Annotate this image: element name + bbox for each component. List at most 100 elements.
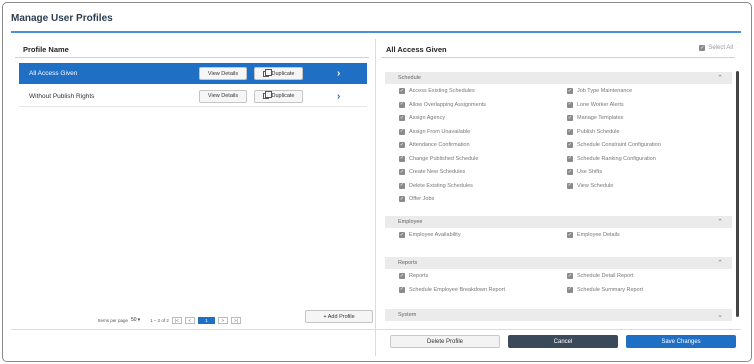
pagination: Items per page 50 ▾ 1 – 2 of 2 |< < 1 > >… xyxy=(98,315,241,325)
checkbox-icon: ✓ xyxy=(567,231,573,238)
permission-label: Schedule Summary Report xyxy=(577,286,644,293)
chevron-right-icon[interactable]: › xyxy=(337,68,340,79)
select-all-label: Select All xyxy=(708,45,733,51)
permission-checkbox[interactable]: ✓ Access Existing Schedules xyxy=(399,88,475,94)
profile-name: All Access Given xyxy=(29,70,78,77)
section-header-reports[interactable]: Reports ⌃ xyxy=(385,257,732,269)
permission-checkbox[interactable]: ✓ Delete Existing Schedules xyxy=(399,182,473,189)
title-divider xyxy=(11,31,741,33)
duplicate-icon xyxy=(262,68,272,77)
checkbox-icon: ✓ xyxy=(567,286,573,293)
section-title: Schedule xyxy=(398,75,421,81)
checkbox-icon: ✓ xyxy=(567,182,573,189)
permission-label: Assign From Unavailable xyxy=(409,128,471,135)
chevron-up-icon[interactable]: ⌃ xyxy=(717,218,723,226)
permission-label: Access Existing Schedules xyxy=(409,88,475,94)
add-profile-button[interactable]: + Add Profile xyxy=(305,310,373,323)
permissions-panel: All Access Given ✓ Select All Schedule ⌃ ✓… xyxy=(381,39,741,329)
permission-checkbox[interactable]: ✓ Schedule Summary Report xyxy=(567,286,644,293)
checkbox-icon: ✓ xyxy=(567,128,573,135)
header-divider xyxy=(15,57,369,58)
chevron-up-icon[interactable]: ⌃ xyxy=(717,74,723,82)
last-page-button[interactable]: >| xyxy=(230,316,241,324)
section-title: Reports xyxy=(398,260,418,266)
checkbox-icon: ✓ xyxy=(567,272,573,279)
permission-checkbox[interactable]: ✓ Create New Schedules xyxy=(399,169,465,175)
permission-checkbox[interactable]: ✓ Attendance Confirmation xyxy=(399,142,470,148)
checkbox-icon: ✓ xyxy=(399,195,405,202)
permission-checkbox[interactable]: ✓ Publish Schedule xyxy=(567,128,620,135)
save-changes-button[interactable]: Save Changes xyxy=(626,335,736,348)
prev-page-button[interactable]: < xyxy=(184,316,195,324)
section-title: Employee xyxy=(398,219,423,225)
checkbox-icon: ✓ xyxy=(399,141,405,148)
select-all-checkbox[interactable]: ✓ Select All xyxy=(699,45,733,51)
permission-checkbox[interactable]: ✓ Offer Jobs xyxy=(399,196,434,202)
view-details-button[interactable]: View Details xyxy=(199,89,247,103)
permission-checkbox[interactable]: ✓ Schedule Employee Breakdown Report xyxy=(399,286,506,293)
checkbox-icon: ✓ xyxy=(567,114,573,121)
chevron-right-icon[interactable]: › xyxy=(337,91,340,102)
permission-checkbox[interactable]: ✓ View Schedule xyxy=(567,182,613,189)
permission-label: Attendance Confirmation xyxy=(409,142,470,148)
checkbox-icon: ✓ xyxy=(567,141,573,148)
permission-label: Lone Worker Alerts xyxy=(577,101,624,108)
permission-checkbox[interactable]: ✓ Schedule Ranking Configuration xyxy=(567,155,656,162)
cancel-button[interactable]: Cancel xyxy=(508,335,618,348)
profile-row-without-publish[interactable]: Without Publish Rights View Details Dupl… xyxy=(19,86,367,107)
permission-label: Employee Details xyxy=(577,232,620,238)
chevron-up-icon[interactable]: ⌃ xyxy=(717,259,723,267)
header-divider xyxy=(381,57,735,58)
permission-checkbox[interactable]: ✓ Employee Availability xyxy=(399,232,461,238)
chevron-down-icon: ▾ xyxy=(137,317,141,323)
section-header-schedule[interactable]: Schedule ⌃ xyxy=(385,72,732,84)
scrollbar[interactable] xyxy=(736,71,739,317)
permission-checkbox[interactable]: ✓ Schedule Constraint Configuration xyxy=(567,142,661,148)
profile-row-all-access[interactable]: All Access Given View Details Duplicate … xyxy=(19,63,367,84)
checkbox-icon: ✓ xyxy=(567,155,573,162)
profile-name-header: Profile Name xyxy=(23,45,69,54)
first-page-button[interactable]: |< xyxy=(171,316,182,324)
permission-label: Change Published Schedule xyxy=(409,155,479,162)
permission-checkbox[interactable]: ✓ Change Published Schedule xyxy=(399,155,479,162)
current-page[interactable]: 1 xyxy=(197,316,215,324)
per-page-select[interactable]: 50 ▾ xyxy=(131,317,140,323)
chevron-down-icon[interactable]: ⌄ xyxy=(717,311,723,319)
page-range: 1 – 2 of 2 xyxy=(150,317,169,323)
next-page-button[interactable]: > xyxy=(217,316,228,324)
duplicate-button[interactable]: Duplicate xyxy=(254,67,303,80)
delete-profile-button[interactable]: Delete Profile xyxy=(390,335,500,348)
permission-label: Manage Templates xyxy=(577,115,624,121)
permission-checkbox[interactable]: ✓ Reports xyxy=(399,273,428,279)
permission-checkbox[interactable]: ✓ Manage Templates xyxy=(567,115,623,121)
permission-label: Schedule Employee Breakdown Report xyxy=(409,286,506,293)
duplicate-button[interactable]: Duplicate xyxy=(254,89,303,103)
section-header-employee[interactable]: Employee ⌃ xyxy=(385,216,732,228)
footer-divider xyxy=(11,329,741,330)
checkbox-icon: ✓ xyxy=(399,286,405,293)
permission-checkbox[interactable]: ✓ Allow Overlapping Assignments xyxy=(399,101,487,108)
permission-label: Create New Schedules xyxy=(409,169,466,175)
view-details-button[interactable]: View Details xyxy=(199,67,247,80)
items-per-page-label: Items per page xyxy=(98,317,129,323)
permission-checkbox[interactable]: ✓ Lone Worker Alerts xyxy=(567,101,624,108)
permission-checkbox[interactable]: ✓ Job Type Maintenance xyxy=(567,88,632,94)
duplicate-label: Duplicate xyxy=(271,70,295,77)
permission-label: Allow Overlapping Assignments xyxy=(409,101,487,108)
permission-label: Job Type Maintenance xyxy=(577,88,633,94)
permission-checkbox[interactable]: ✓ Schedule Detail Report xyxy=(567,273,634,279)
permission-checkbox[interactable]: ✓ Use Shifts xyxy=(567,169,602,175)
manage-profiles-window: Manage User Profiles Profile Name All Ac… xyxy=(2,2,752,362)
permission-label: Schedule Detail Report xyxy=(577,273,634,279)
checkbox-icon: ✓ xyxy=(399,114,405,121)
checkbox-icon: ✓ xyxy=(399,272,405,279)
permission-checkbox[interactable]: ✓ Assign Agency xyxy=(399,115,445,121)
permission-checkbox[interactable]: ✓ Assign From Unavailable xyxy=(399,128,471,135)
permission-label: Reports xyxy=(409,273,429,279)
section-header-system[interactable]: System ⌄ xyxy=(385,309,732,321)
permission-label: Assign Agency xyxy=(409,115,446,121)
permission-label: Employee Availability xyxy=(409,232,461,238)
checkbox-icon: ✓ xyxy=(567,87,573,94)
duplicate-icon xyxy=(262,91,272,99)
permission-checkbox[interactable]: ✓ Employee Details xyxy=(567,232,620,238)
